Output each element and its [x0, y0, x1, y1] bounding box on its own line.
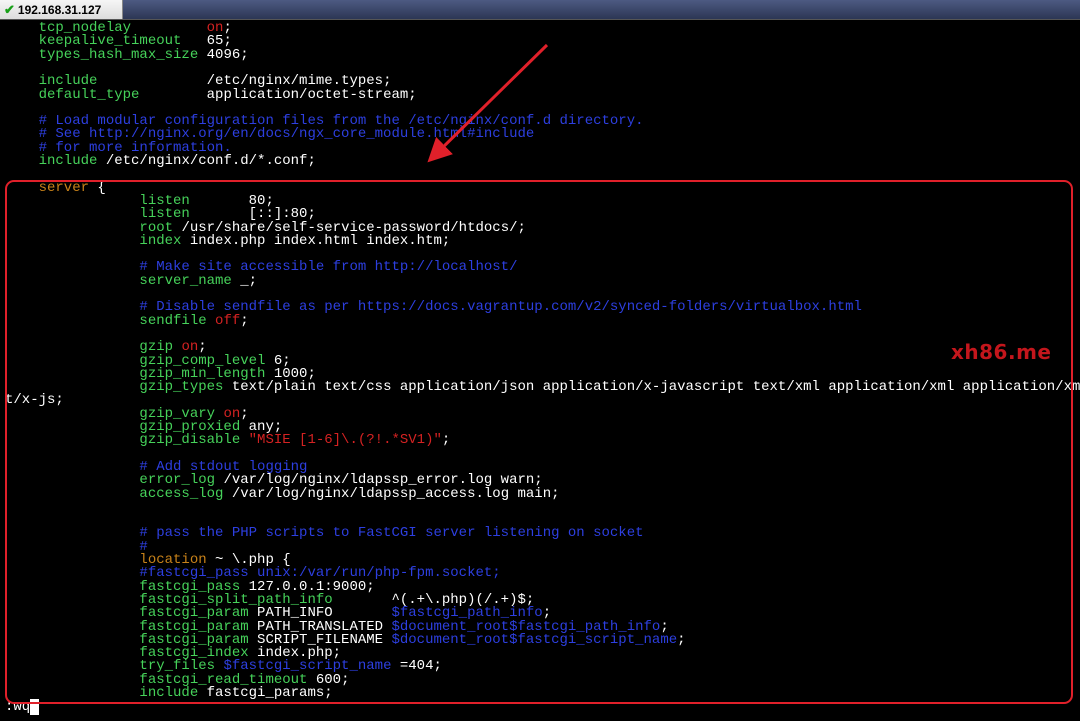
- code-line: server_name _;: [5, 274, 257, 288]
- code-token: off: [215, 312, 241, 329]
- code-token: fastcgi_params;: [206, 685, 333, 701]
- code-token: /etc/nginx/conf.d/*.conf;: [105, 153, 316, 169]
- watermark: xh86.me: [951, 340, 1052, 364]
- code-token: index.php index.html index.htm;: [189, 232, 451, 249]
- code-token: application/octet-stream;: [206, 86, 417, 103]
- code-token: "MSIE [1-6]\.(?!.*SV1)": [248, 432, 442, 449]
- terminal-editor[interactable]: tcp_nodelay on; keepalive_timeout 65; ty…: [0, 20, 1080, 721]
- code-token: access_log: [5, 485, 232, 502]
- code-token: text/plain text/css application/json app…: [231, 379, 1080, 396]
- code-token: $document_root$fastcgi_script_name: [391, 631, 678, 648]
- code-token: ;: [677, 631, 686, 648]
- session-tab-label: 192.168.31.127: [17, 3, 102, 17]
- vim-command-text: :wq: [5, 699, 31, 716]
- code-line: sendfile off;: [5, 312, 249, 329]
- code-line: include /etc/nginx/conf.d/*.conf;: [5, 154, 316, 168]
- code-line: index index.php index.html index.htm;: [5, 234, 450, 248]
- vim-command-line[interactable]: :wq: [5, 699, 39, 716]
- code-token: =404;: [399, 658, 442, 675]
- code-token: ;: [441, 432, 451, 449]
- code-token: include: [5, 153, 106, 169]
- session-tab[interactable]: ✔ 192.168.31.127: [0, 0, 123, 19]
- code-token: ;: [240, 312, 249, 329]
- code-token: server_name: [5, 272, 241, 289]
- cursor: [30, 699, 39, 716]
- code-line: types_hash_max_size 4096;: [5, 48, 249, 62]
- code-token: index: [5, 232, 190, 249]
- session-tab-bar: ✔ 192.168.31.127: [0, 0, 1080, 20]
- code-line: gzip_types text/plain text/css applicati…: [5, 380, 1080, 394]
- check-icon: ✔: [4, 2, 15, 17]
- code-line: include fastcgi_params;: [5, 685, 333, 701]
- code-token: _;: [240, 272, 258, 289]
- code-token: 4096;: [206, 46, 249, 63]
- code-line: default_type application/octet-stream;: [5, 88, 417, 102]
- code-token: sendfile: [5, 312, 216, 329]
- code-token: /var/log/nginx/ldapssp_access.log main;: [231, 485, 560, 502]
- code-line: access_log /var/log/nginx/ldapssp_access…: [5, 485, 560, 502]
- code-token: default_type: [5, 86, 207, 103]
- code-line: gzip_disable "MSIE [1-6]\.(?!.*SV1)";: [5, 433, 450, 447]
- code-token: gzip_disable: [5, 432, 249, 449]
- code-token: types_hash_max_size: [5, 46, 207, 63]
